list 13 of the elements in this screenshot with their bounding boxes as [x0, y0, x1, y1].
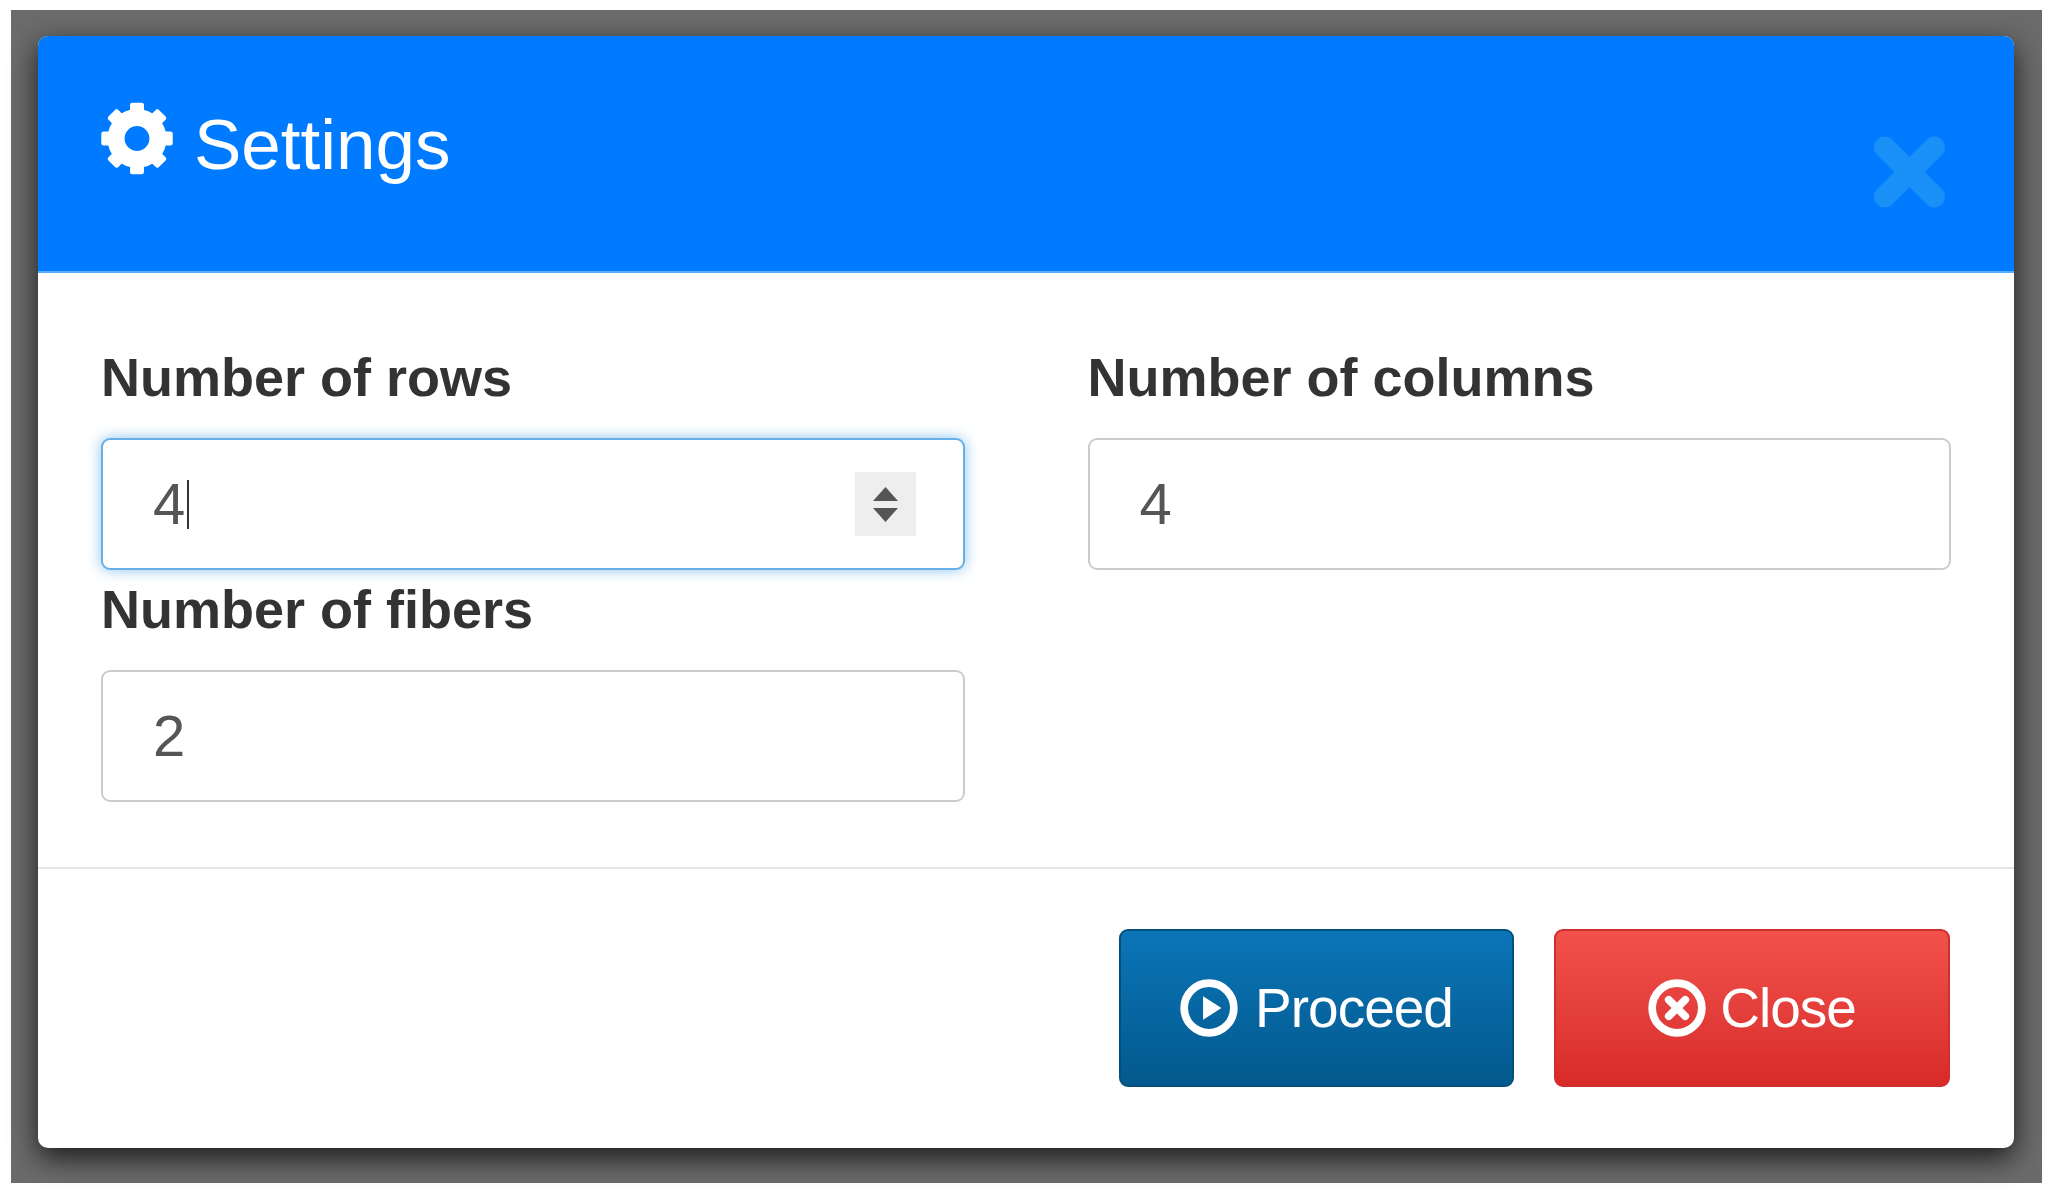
- proceed-button[interactable]: Proceed: [1119, 929, 1514, 1087]
- up-down-arrows-icon[interactable]: [854, 472, 916, 536]
- text-cursor: [187, 479, 190, 529]
- number-field[interactable]: 2: [101, 670, 965, 802]
- field-label: Number of columns: [1087, 346, 1595, 408]
- play-circle-icon: [1180, 979, 1239, 1037]
- gear-icon: [101, 102, 173, 175]
- number-field[interactable]: 4: [101, 438, 965, 570]
- close-button[interactable]: Close: [1554, 929, 1950, 1087]
- number-field[interactable]: 4: [1087, 438, 1951, 570]
- field-label: Number of fibers: [101, 578, 534, 640]
- x-circle-icon: [1648, 979, 1707, 1037]
- field-label: Number of rows: [101, 346, 513, 408]
